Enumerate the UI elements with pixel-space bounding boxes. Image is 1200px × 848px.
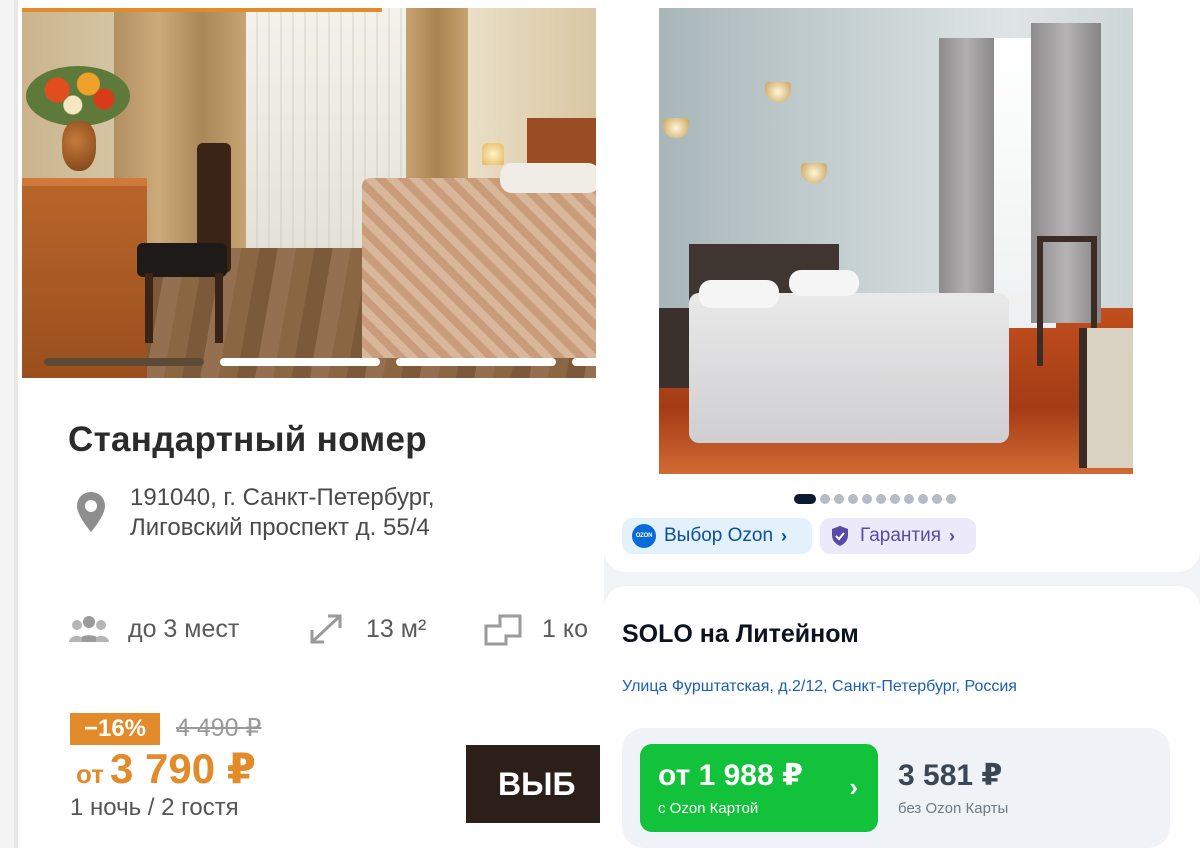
photo-pillow (699, 280, 779, 308)
photo-bed (362, 178, 596, 358)
carousel-dot[interactable] (946, 494, 956, 504)
ozon-card-price: от 1 988 ₽ (658, 759, 803, 792)
photo-desk (22, 178, 147, 378)
photo-pillow (789, 270, 859, 296)
carousel-dot[interactable] (834, 494, 844, 504)
price-box: от 1 988 ₽ с Ozon Картой › 3 581 ₽ без O… (622, 728, 1170, 848)
hotel-info-panel: SOLO на Литейном Улица Фурштатская, д.2/… (604, 586, 1200, 848)
discount-badge: −16% (70, 713, 160, 745)
ozon-choice-label: Выбор Ozon (664, 525, 774, 546)
carousel-indicator[interactable] (44, 358, 204, 366)
photo-flowers (26, 66, 130, 176)
address-line: 191040, г. Санкт-Петербург, (130, 484, 435, 511)
photo-curtain (939, 38, 994, 318)
room-photo-carousel[interactable] (22, 8, 596, 378)
price-prefix: от (76, 759, 104, 789)
carousel-dots (794, 494, 956, 504)
current-price: от 3 790 ₽ (76, 744, 256, 793)
old-price: 4 490 ₽ (176, 714, 262, 742)
price-value: 3 790 ₽ (109, 745, 256, 792)
ozon-card-price-caption: с Ozon Картой (658, 800, 759, 817)
chevron-right-icon: › (781, 525, 788, 546)
hotel-address-link[interactable]: Улица Фурштатская, д.2/12, Санкт-Петербу… (622, 678, 1017, 696)
address-line: Лиговский проспект д. 55/4 (130, 514, 430, 541)
carousel-dot[interactable] (904, 494, 914, 504)
carousel-dot[interactable] (794, 494, 816, 504)
carousel-dot[interactable] (918, 494, 928, 504)
regular-price-caption: без Ozon Карты (898, 800, 1009, 817)
chevron-right-icon: › (849, 772, 858, 802)
hotel-name[interactable]: SOLO на Литейном (622, 620, 859, 649)
feature-rooms: 1 ко (482, 612, 588, 646)
photo-bed (689, 293, 1009, 443)
feature-rooms-label: 1 ко (542, 614, 588, 643)
carousel-dot[interactable] (876, 494, 886, 504)
room-address: 191040, г. Санкт-Петербург, Лиговский пр… (130, 483, 435, 543)
photo-lamp (482, 143, 504, 165)
guarantee-chip[interactable]: Гарантия › (820, 518, 976, 554)
hotel-media-panel: OZON Выбор Ozon › Гарантия › (604, 0, 1200, 572)
guarantee-label: Гарантия (860, 525, 942, 546)
right-hotel-card: OZON Выбор Ozon › Гарантия › SOLO на Лит… (604, 0, 1200, 848)
room-title: Стандартный номер (68, 420, 427, 459)
floorplan-icon (484, 614, 522, 646)
regular-price: 3 581 ₽ (898, 759, 1003, 792)
nights-guests: 1 ночь / 2 гостя (70, 794, 239, 821)
ozon-card-price-button[interactable]: от 1 988 ₽ с Ozon Картой › (640, 744, 878, 832)
people-icon (69, 616, 109, 642)
carousel-indicators (44, 358, 596, 366)
feature-area-label: 13 м² (366, 614, 427, 643)
shield-check-icon (832, 526, 848, 546)
ozon-logo-icon: OZON (632, 524, 656, 548)
chevron-right-icon: › (949, 525, 956, 546)
expand-arrows-icon (310, 614, 342, 644)
carousel-dot[interactable] (932, 494, 942, 504)
carousel-indicator[interactable] (396, 358, 556, 366)
carousel-indicator[interactable] (572, 358, 596, 366)
carousel-dot[interactable] (820, 494, 830, 504)
photo-chair (137, 143, 232, 343)
carousel-progress-bar (22, 8, 382, 12)
carousel-dot[interactable] (848, 494, 858, 504)
page: Стандартный номер 191040, г. Санкт-Петер… (0, 0, 1200, 848)
photo-pillow (500, 163, 596, 193)
carousel-indicator[interactable] (220, 358, 380, 366)
feature-guests-label: до 3 мест (128, 614, 240, 643)
feature-area: 13 м² (306, 612, 426, 646)
location-pin-icon (77, 492, 105, 532)
select-room-button[interactable]: ВЫБ (466, 745, 600, 823)
feature-guests: до 3 мест (68, 612, 239, 646)
carousel-dot[interactable] (890, 494, 900, 504)
carousel-dot[interactable] (862, 494, 872, 504)
ozon-choice-chip[interactable]: OZON Выбор Ozon › (622, 518, 812, 554)
photo-chair (1079, 328, 1133, 468)
left-hotel-card: Стандартный номер 191040, г. Санкт-Петер… (0, 0, 600, 848)
card-edge-line (14, 0, 18, 848)
hotel-photo-carousel[interactable] (659, 8, 1133, 474)
